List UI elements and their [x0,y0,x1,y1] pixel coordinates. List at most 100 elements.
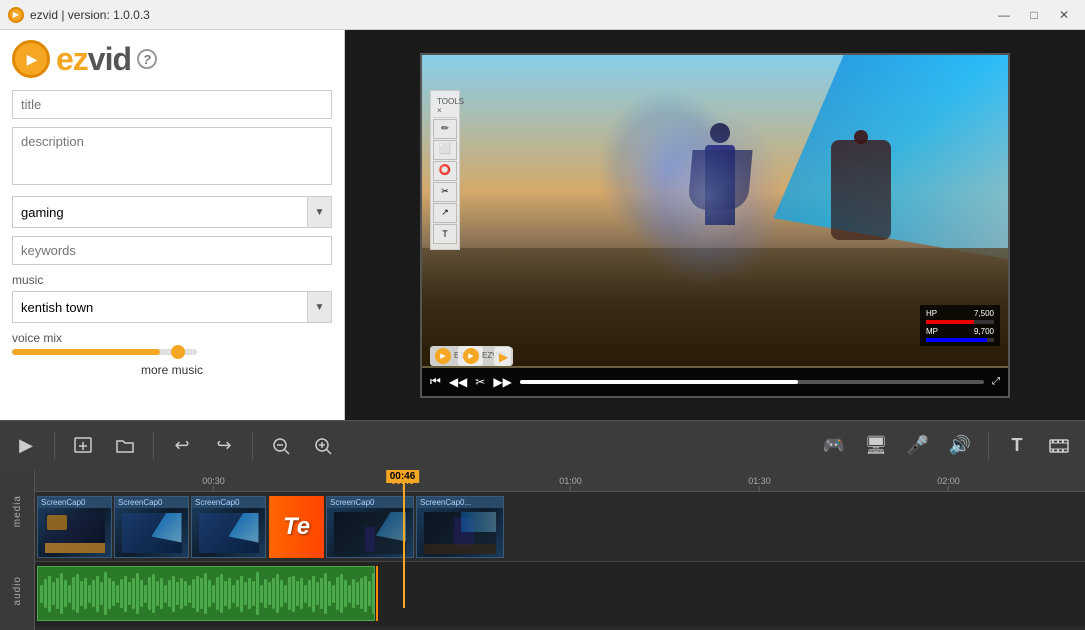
keywords-input[interactable] [12,236,332,265]
clip-5-header: ScreenCap0 [327,497,413,508]
monitor-button[interactable]: 🖥 [858,428,894,464]
video-progress-fill [520,380,799,384]
voice-mix-slider[interactable] [12,349,197,355]
category-select[interactable]: gaming technology entertainment educatio… [13,199,307,226]
app-logo-icon [12,40,50,78]
audio-button[interactable]: 🔊 [942,428,978,464]
title-bar: ▶ ezvid | version: 1.0.0.3 — □ ✕ [0,0,1085,30]
app-icon: ▶ [8,7,24,23]
clip-screencap-1[interactable]: ScreenCap0 [37,496,112,558]
help-icon[interactable]: ? [137,49,157,69]
playhead-label: 00:46 [386,470,420,483]
tool-rect[interactable]: ⬜ [433,140,457,160]
timeline-labels: media audio [0,470,35,630]
open-folder-button[interactable] [107,428,143,464]
clip-1-header: ScreenCap0 [38,497,111,508]
video-effects-button[interactable] [1041,428,1077,464]
mp-bar [926,338,987,342]
gamepad-button[interactable]: 🎮 [816,428,852,464]
window-title: ezvid | version: 1.0.0.3 [30,8,150,22]
clip-2-thumb [115,508,188,557]
clip-text[interactable]: Te [269,496,324,558]
new-slide-icon [73,436,93,456]
voice-mix-label: voice mix [12,331,332,345]
enemy-silhouette [831,140,891,240]
slider-fill [12,349,160,355]
clip-screencap-5[interactable]: ScreenCap0 [326,496,414,558]
left-panel: ezvid ? gaming technology entertainment … [0,30,345,420]
timeline-ruler: 00:30 00:46 01:00 01:30 02:00 [35,470,1085,492]
electric-effect [627,106,787,286]
zoom-in-icon [313,436,333,456]
audio-track[interactable] [35,562,1085,627]
maximize-button[interactable]: □ [1021,5,1047,25]
title-input[interactable] [12,90,332,119]
playhead[interactable]: 00:46 [403,470,405,608]
logo-area: ezvid ? [12,40,332,78]
new-slide-button[interactable] [65,428,101,464]
clip-screencap-3[interactable]: ScreenCap0 [191,496,266,558]
minimize-button[interactable]: — [991,5,1017,25]
tick-0130: 01:30 [748,476,771,491]
media-track[interactable]: ScreenCap0 ScreenCap0 [35,492,1085,562]
category-dropdown-arrow: ▼ [307,197,331,227]
microphone-button[interactable]: 🎤 [900,428,936,464]
hp-value: 7,500 [974,309,994,318]
play-overlay-icon: ▶ [499,350,508,364]
hp-label: HP [926,309,937,318]
undo-button[interactable]: ↩ [164,428,200,464]
video-forward-btn[interactable]: ▶▶ [493,375,511,389]
play-button[interactable]: ▶ [8,428,44,464]
audio-label: audio [12,576,23,605]
toolbar-separator-2 [153,432,154,460]
music-dropdown-arrow: ▼ [307,292,331,322]
mp-value: 9,700 [974,327,994,336]
zoom-out-button[interactable] [263,428,299,464]
clip-screencap-2[interactable]: ScreenCap0 [114,496,189,558]
tick-0200: 02:00 [937,476,960,491]
tool-pencil[interactable]: ✏ [433,119,457,139]
video-rewind-btn[interactable]: ⏮ [430,374,441,389]
tools-label: TOOLS × [433,95,457,118]
zoom-in-button[interactable] [305,428,341,464]
video-controls-bar: ⏮ ◀◀ ✂ ▶▶ ⤢ [422,368,1008,396]
text-button[interactable]: T [999,428,1035,464]
clip-2-header: ScreenCap0 [115,497,188,508]
category-select-wrapper: gaming technology entertainment educatio… [12,196,332,228]
watermark-logo-icon: ▶ [435,348,451,364]
timeline-content[interactable]: 00:30 00:46 01:00 01:30 02:00 00:46 Scre… [35,470,1085,630]
slider-thumb [171,345,185,359]
clip-screencap-6[interactable]: ScreenCap0... [416,496,504,558]
audio-cut-marker [376,566,378,621]
more-music-link[interactable]: more music [12,363,332,377]
voice-mix-area: voice mix [12,331,332,355]
toolbar-separator-1 [54,432,55,460]
clip-1-thumb [38,508,111,557]
video-back-btn[interactable]: ◀◀ [449,375,467,389]
redo-button[interactable]: ↪ [206,428,242,464]
logo-text: ezvid [56,41,131,78]
music-label: music [12,273,332,287]
video-expand-btn[interactable]: ⤢ [992,376,1000,387]
preview-window: View all photos Share Zoom Slideshow Dra… [420,53,1010,398]
tool-text[interactable]: T [433,224,457,244]
music-select[interactable]: kentish town acoustic guitar epic cinema… [13,294,307,321]
video-progress-bar[interactable] [520,380,984,384]
folder-icon [115,436,135,456]
play-overlay-btn[interactable]: ▶ [494,347,513,366]
tick-0030: 00:30 [202,476,225,491]
capture-icon: ▶ [463,348,479,364]
window-controls: — □ ✕ [991,5,1077,25]
tool-arrow[interactable]: ↗ [433,203,457,223]
description-field-wrapper [12,127,332,188]
audio-waveform [38,567,374,620]
clip-6-thumb [417,508,503,557]
clip-6-header: ScreenCap0... [417,497,503,508]
close-button[interactable]: ✕ [1051,5,1077,25]
video-clip-btn[interactable]: ✂ [475,375,485,389]
tool-cut[interactable]: ✂ [433,182,457,202]
audio-clip-main[interactable] [37,566,375,621]
tool-circle[interactable]: ⭕ [433,161,457,181]
description-input[interactable] [12,127,332,185]
toolbar-separator-3 [252,432,253,460]
